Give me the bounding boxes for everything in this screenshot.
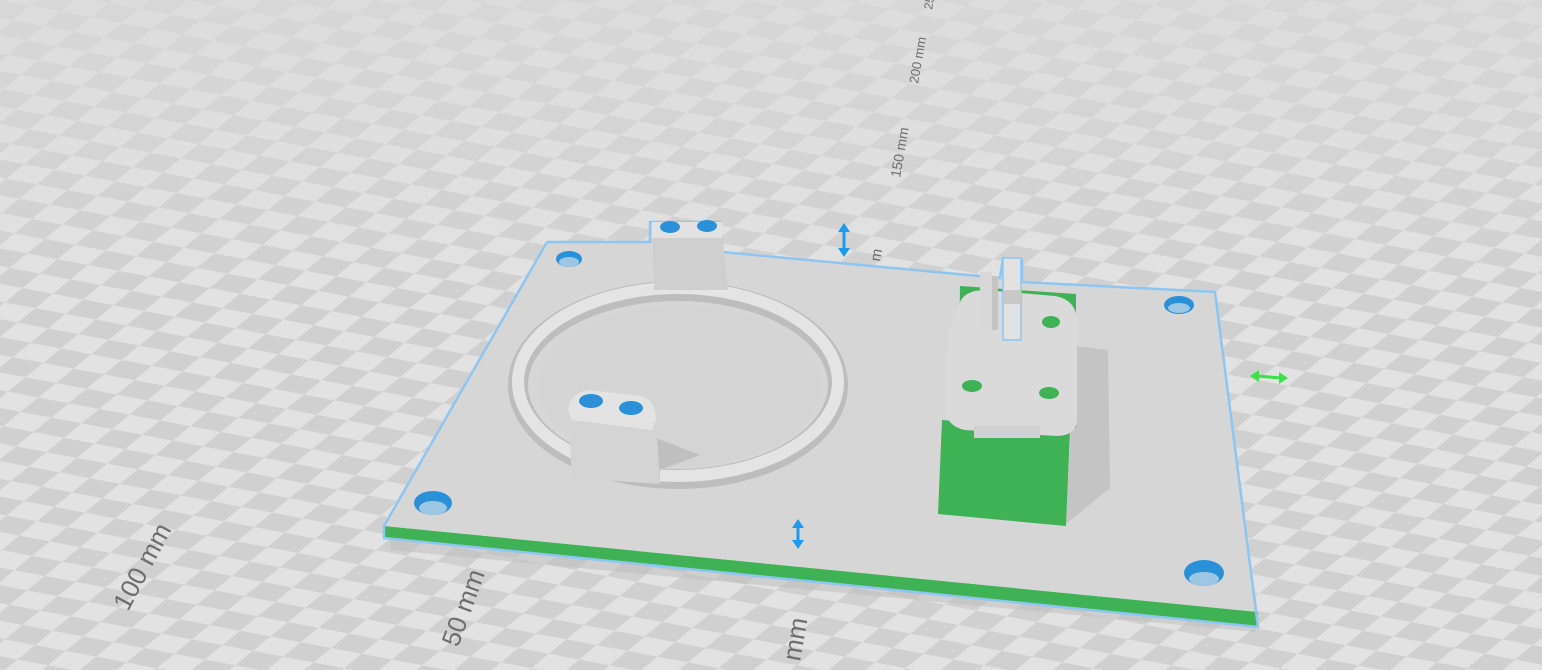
scene: 250 200 mm 150 mm m 100 mm 50 mm mm bbox=[0, 0, 1542, 670]
model-bracket-back[interactable] bbox=[652, 220, 728, 290]
build-plate-viewport[interactable]: 250 200 mm 150 mm m 100 mm 50 mm mm bbox=[0, 0, 1542, 670]
